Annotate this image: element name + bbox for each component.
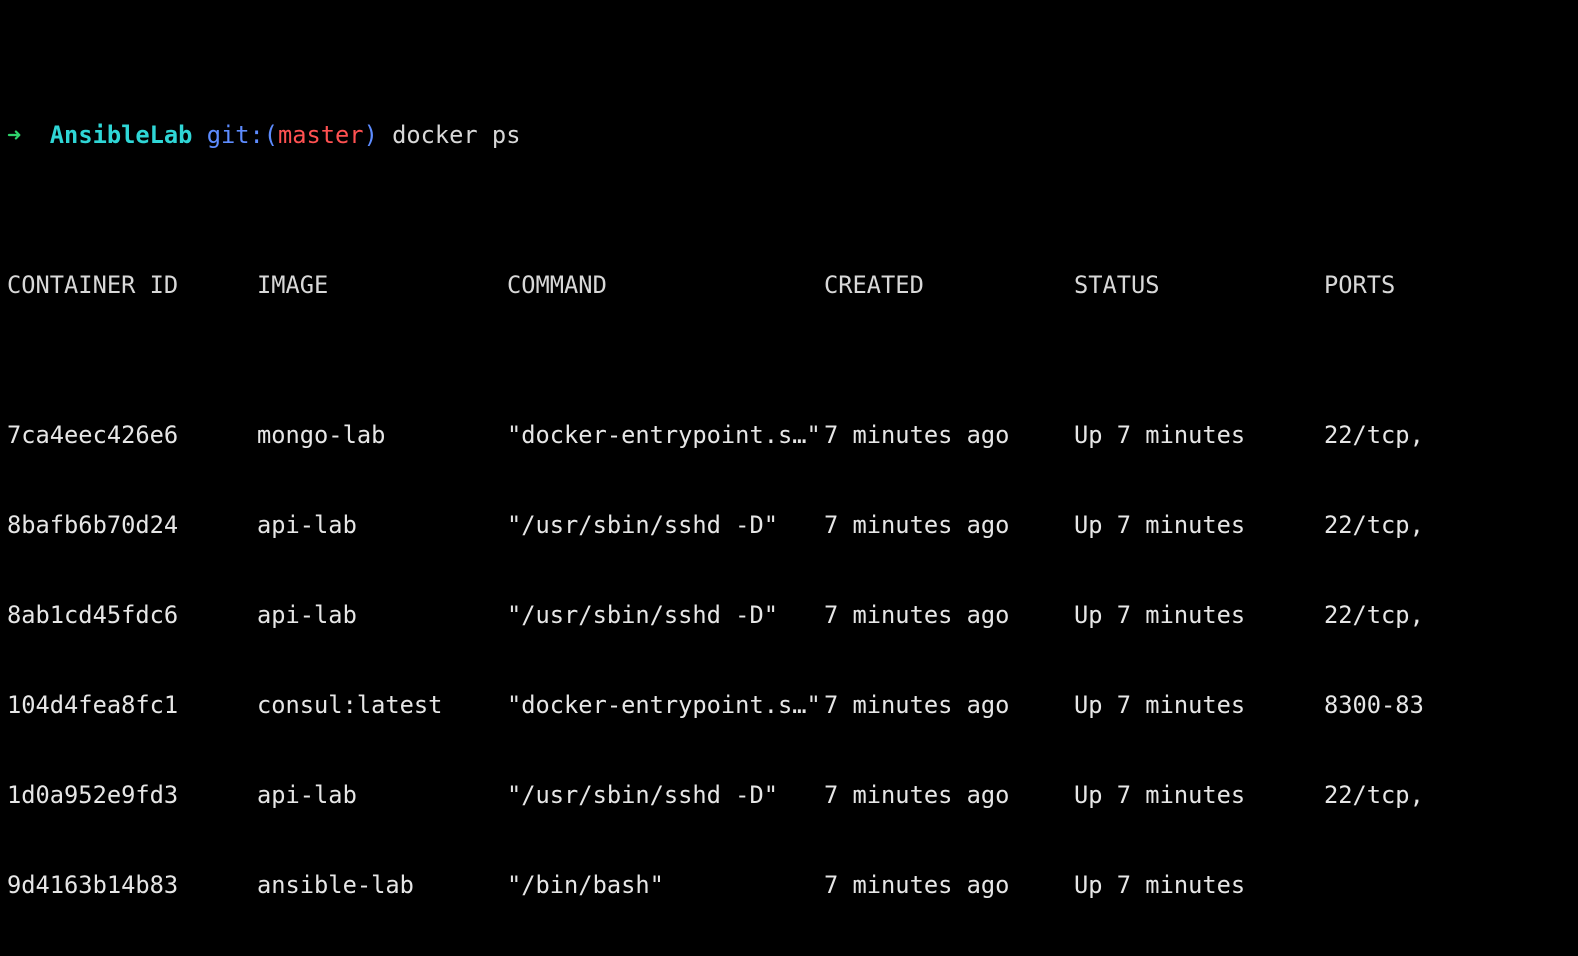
prompt-arrow-icon: ➜ — [7, 121, 21, 149]
table-row: 8ab1cd45fdc6api-lab"/usr/sbin/sshd -D"7 … — [7, 600, 1571, 630]
cell-image: api-lab — [257, 780, 507, 810]
cell-ports: 22/tcp, — [1324, 510, 1571, 540]
col-ports: PORTS — [1324, 270, 1571, 300]
cell-image: consul:latest — [257, 690, 507, 720]
cell-id: 7ca4eec426e6 — [7, 420, 257, 450]
cell-command: "/usr/sbin/sshd -D" — [507, 600, 824, 630]
cell-created: 7 minutes ago — [824, 600, 1074, 630]
git-label: git:( — [207, 121, 278, 149]
git-close: ) — [364, 121, 378, 149]
git-branch: master — [278, 121, 364, 149]
cell-created: 7 minutes ago — [824, 420, 1074, 450]
table-row: 8bafb6b70d24api-lab"/usr/sbin/sshd -D"7 … — [7, 510, 1571, 540]
col-command: COMMAND — [507, 270, 824, 300]
cell-ports — [1324, 870, 1571, 900]
cell-status: Up 7 minutes — [1074, 600, 1324, 630]
cell-status: Up 7 minutes — [1074, 870, 1324, 900]
docker-ps-header: CONTAINER ID IMAGE COMMAND CREATED STATU… — [7, 270, 1571, 300]
table-row: 1d0a952e9fd3api-lab"/usr/sbin/sshd -D"7 … — [7, 780, 1571, 810]
table-row: 9d4163b14b83ansible-lab"/bin/bash"7 minu… — [7, 870, 1571, 900]
cell-ports: 22/tcp, — [1324, 420, 1571, 450]
cell-created: 7 minutes ago — [824, 690, 1074, 720]
cell-command: "/usr/sbin/sshd -D" — [507, 510, 824, 540]
col-status: STATUS — [1074, 270, 1324, 300]
cell-status: Up 7 minutes — [1074, 420, 1324, 450]
cell-id: 8bafb6b70d24 — [7, 510, 257, 540]
cell-image: mongo-lab — [257, 420, 507, 450]
prompt-line: ➜ AnsibleLab git:(master) docker ps — [7, 120, 1571, 150]
cell-ports: 22/tcp, — [1324, 600, 1571, 630]
cell-status: Up 7 minutes — [1074, 780, 1324, 810]
cell-image: api-lab — [257, 510, 507, 540]
col-image: IMAGE — [257, 270, 507, 300]
table-row: 7ca4eec426e6mongo-lab"docker-entrypoint.… — [7, 420, 1571, 450]
cell-created: 7 minutes ago — [824, 780, 1074, 810]
terminal[interactable]: ➜ AnsibleLab git:(master) docker ps CONT… — [0, 0, 1578, 956]
cell-command: "/bin/bash" — [507, 870, 824, 900]
col-created: CREATED — [824, 270, 1074, 300]
cell-id: 104d4fea8fc1 — [7, 690, 257, 720]
cell-command: "/usr/sbin/sshd -D" — [507, 780, 824, 810]
cell-id: 8ab1cd45fdc6 — [7, 600, 257, 630]
cell-id: 1d0a952e9fd3 — [7, 780, 257, 810]
prompt-cwd: AnsibleLab — [50, 121, 193, 149]
cell-status: Up 7 minutes — [1074, 510, 1324, 540]
cell-created: 7 minutes ago — [824, 870, 1074, 900]
cell-image: ansible-lab — [257, 870, 507, 900]
cell-id: 9d4163b14b83 — [7, 870, 257, 900]
cell-image: api-lab — [257, 600, 507, 630]
cell-ports: 22/tcp, — [1324, 780, 1571, 810]
cell-ports: 8300-83 — [1324, 690, 1571, 720]
cell-command: "docker-entrypoint.s…" — [507, 420, 824, 450]
table-row: 104d4fea8fc1consul:latest"docker-entrypo… — [7, 690, 1571, 720]
command-text: docker ps — [392, 121, 520, 149]
cell-status: Up 7 minutes — [1074, 690, 1324, 720]
cell-command: "docker-entrypoint.s…" — [507, 690, 824, 720]
cell-created: 7 minutes ago — [824, 510, 1074, 540]
col-id: CONTAINER ID — [7, 270, 257, 300]
